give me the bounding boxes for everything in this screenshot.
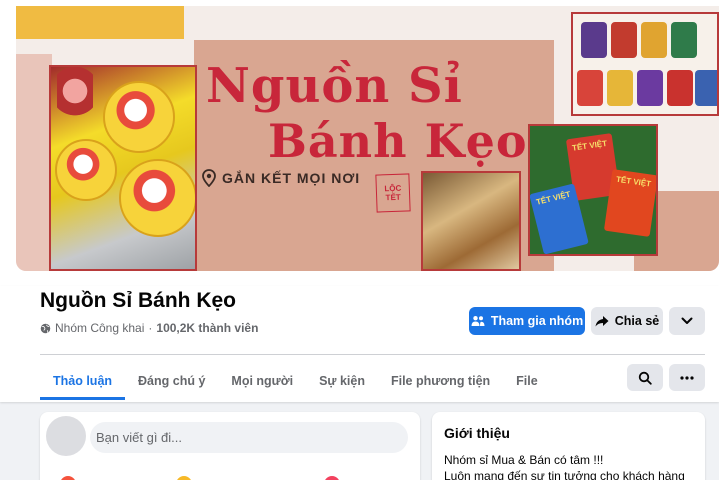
join-group-label: Tham gia nhóm xyxy=(490,314,584,328)
candy-jar-image xyxy=(671,22,697,58)
cover-yellow-block xyxy=(16,6,184,39)
flower-decoration xyxy=(57,67,93,127)
candy-jar-image xyxy=(581,22,607,58)
more-options-button[interactable] xyxy=(669,307,705,335)
tabs-more-button[interactable] xyxy=(669,364,705,391)
meta-separator: · xyxy=(148,321,153,335)
tab-media[interactable]: File phương tiện xyxy=(378,362,503,400)
candy-jar-image xyxy=(695,70,717,106)
cover-photo-lucky-envelopes: TẾT VIỆT TẾT VIỆT TẾT VIỆT xyxy=(528,124,658,256)
envelope-image: TẾT VIỆT xyxy=(603,169,656,237)
about-card: Giới thiệu Nhóm sỉ Mua & Bán có tâm !!! … xyxy=(432,412,705,480)
cover-photo[interactable]: Nguồn Sỉ Bánh Kẹo GẮN KẾT MỌI NƠI LỘC TẾ… xyxy=(16,6,719,271)
cover-rose-block xyxy=(16,54,52,271)
cookie-tin-image xyxy=(103,81,175,153)
cookie-tin-image xyxy=(119,159,195,237)
tab-events[interactable]: Sự kiện xyxy=(306,362,378,400)
cover-area: Nguồn Sỉ Bánh Kẹo GẮN KẾT MỌI NƠI LỘC TẾ… xyxy=(0,0,719,286)
people-icon xyxy=(471,316,485,326)
about-line-1: Nhóm sỉ Mua & Bán có tâm !!! xyxy=(444,453,604,467)
post-composer: Bạn viết gì đi... xyxy=(40,412,420,480)
group-meta: Nhóm Công khai · 100,2K thành viên xyxy=(40,321,258,335)
search-icon xyxy=(638,371,652,385)
composer-input[interactable]: Bạn viết gì đi... xyxy=(90,422,408,453)
cover-photo-candy-jars xyxy=(571,12,719,116)
group-tabs: Thảo luận Đáng chú ý Mọi người Sự kiện F… xyxy=(40,362,551,400)
live-video-icon[interactable] xyxy=(60,476,76,480)
more-dots-icon xyxy=(680,375,694,380)
globe-icon xyxy=(40,323,51,333)
photo-video-icon[interactable] xyxy=(176,476,192,480)
share-button[interactable]: Chia sẻ xyxy=(591,307,663,335)
cover-title-line1: Nguồn Sỉ xyxy=(206,58,463,114)
cover-photo-gift-basket xyxy=(421,171,521,271)
tab-featured[interactable]: Đáng chú ý xyxy=(125,362,218,400)
join-group-button[interactable]: Tham gia nhóm xyxy=(469,307,585,335)
share-label: Chia sẻ xyxy=(614,314,660,328)
location-pin-icon xyxy=(202,169,216,187)
header-divider xyxy=(40,354,705,355)
cookie-tin-image xyxy=(55,139,117,201)
candy-jar-image xyxy=(637,70,663,106)
cover-tagline: GẮN KẾT MỌI NƠI xyxy=(202,169,360,187)
tab-people[interactable]: Mọi người xyxy=(218,362,306,400)
poll-icon[interactable] xyxy=(324,476,340,480)
about-title: Giới thiệu xyxy=(444,425,510,441)
group-name[interactable]: Nguồn Sỉ Bánh Kẹo xyxy=(40,289,236,313)
candy-jar-image xyxy=(641,22,667,58)
chevron-down-icon xyxy=(681,317,693,324)
candy-jar-image xyxy=(611,22,637,58)
avatar[interactable] xyxy=(46,416,86,456)
search-button[interactable] xyxy=(627,364,663,391)
candy-jar-image xyxy=(607,70,633,106)
cover-photo-cookie-tins xyxy=(49,65,197,271)
cover-tagline-text: GẮN KẾT MỌI NƠI xyxy=(222,170,361,186)
about-line-2: Luôn mang đến sự tin tưởng cho khách hàn… xyxy=(444,469,685,480)
cover-stamp: LỘC TẾT xyxy=(375,173,411,213)
group-member-count[interactable]: 100,2K thành viên xyxy=(156,321,258,335)
tab-files[interactable]: File xyxy=(503,362,551,400)
group-privacy: Nhóm Công khai xyxy=(55,321,145,335)
candy-jar-image xyxy=(577,70,603,106)
tab-discussion[interactable]: Thảo luận xyxy=(40,362,126,400)
share-arrow-icon xyxy=(595,316,609,327)
candy-jar-image xyxy=(667,70,693,106)
cover-title-line2: Bánh Kẹo xyxy=(268,114,528,168)
